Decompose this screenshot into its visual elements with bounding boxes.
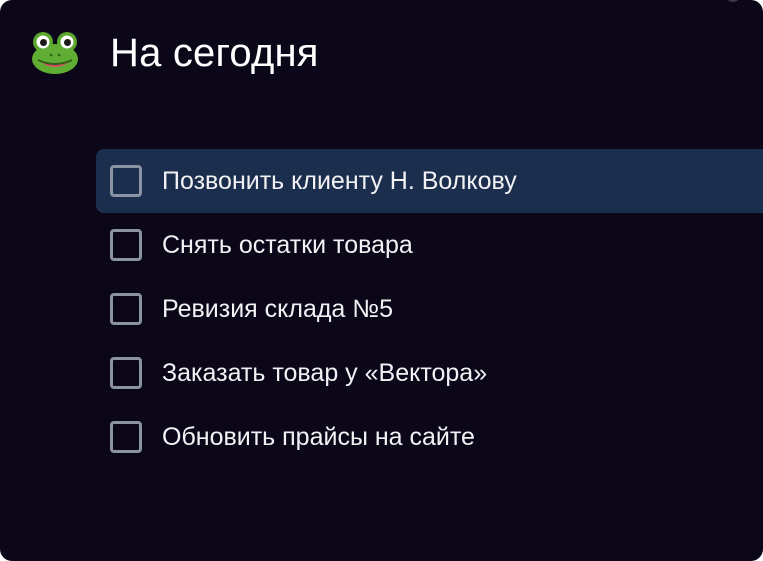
task-label: Обновить прайсы на сайте <box>162 422 475 451</box>
task-checkbox[interactable] <box>110 293 142 325</box>
task-item[interactable]: Ревизия склада №5 <box>96 277 763 341</box>
task-checkbox[interactable] <box>110 229 142 261</box>
task-checkbox[interactable] <box>110 165 142 197</box>
task-checkbox[interactable] <box>110 421 142 453</box>
task-item[interactable]: Обновить прайсы на сайте <box>96 405 763 469</box>
task-label: Заказать товар у «Вектора» <box>162 358 488 387</box>
header: На сегодня <box>30 28 319 78</box>
page-title: На сегодня <box>110 31 319 75</box>
frog-icon <box>32 32 78 74</box>
task-label: Ревизия склада №5 <box>162 294 394 323</box>
task-item[interactable]: Позвонить клиенту Н. Волкову <box>96 149 763 213</box>
task-list: Позвонить клиенту Н. Волкову Снять остат… <box>96 149 763 469</box>
task-checkbox[interactable] <box>110 357 142 389</box>
task-label: Снять остатки товара <box>162 230 413 259</box>
app-window: На сегодня Позвонить клиенту Н. Волкову … <box>0 0 763 561</box>
task-item[interactable]: Заказать товар у «Вектора» <box>96 341 763 405</box>
task-label: Позвонить клиенту Н. Волкову <box>162 166 517 195</box>
window-control-dot[interactable] <box>725 0 741 2</box>
task-item[interactable]: Снять остатки товара <box>96 213 763 277</box>
